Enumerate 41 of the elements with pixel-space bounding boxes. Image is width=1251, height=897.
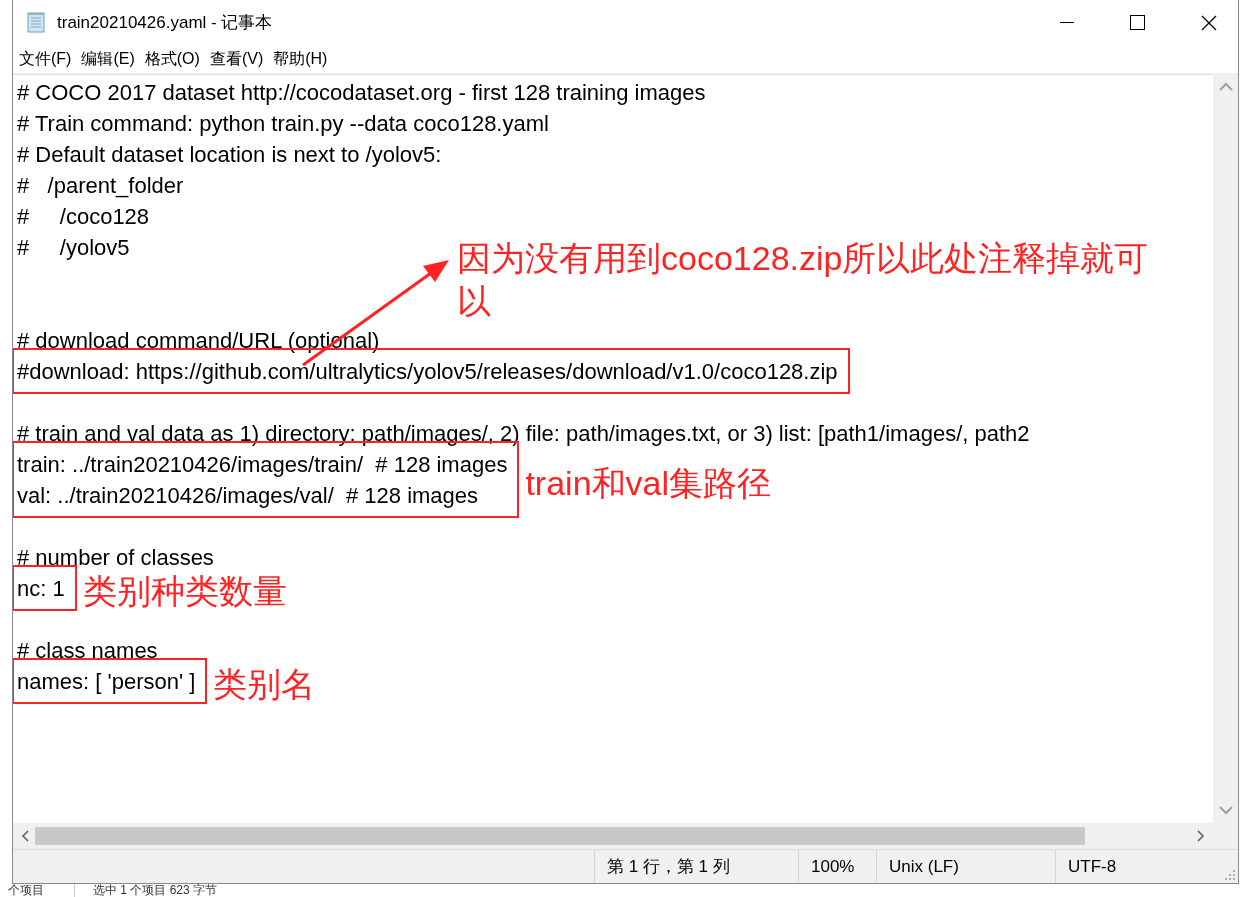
encoding: UTF-8 xyxy=(1068,856,1117,877)
minimize-icon xyxy=(1059,22,1074,23)
code-line: train: ../train20210426/images/train/ # 128 images xyxy=(17,451,508,479)
line-ending: Unix (LF) xyxy=(889,856,959,877)
resize-grip-icon[interactable] xyxy=(1225,870,1235,880)
maximize-icon xyxy=(1130,15,1145,30)
status-text: 选中 1 个项目 623 字节 xyxy=(74,884,218,897)
menu-item[interactable]: 帮助(H) xyxy=(269,48,334,70)
vertical-scrollbar[interactable] xyxy=(1213,74,1238,823)
code-line: # Train command: python train.py --data coco128.yaml xyxy=(17,110,549,138)
annotation-text: 类别名 xyxy=(213,663,316,705)
scroll-up-icon[interactable] xyxy=(1218,82,1233,92)
cursor-position: 第 1 行，第 1 列 xyxy=(607,856,730,878)
menu-item[interactable]: 查看(V) xyxy=(205,48,270,70)
code-line: # train and val data as 1) directory: path/images/, 2) file: path/images.txt, or 3) list: [path1/images/, path2 xyxy=(17,420,1030,448)
code-line: #download: https://github.com/ultralytics/yolov5/releases/download/v1.0/coco128.zip xyxy=(17,358,838,386)
code-line: nc: 1 xyxy=(17,575,65,603)
annotation-text: 因为没有用到coco128.zip所以此处注释掉就可以 xyxy=(457,238,1150,322)
status-text: 个项目 xyxy=(8,884,44,897)
code-line: val: ../train20210426/images/val/ # 128 images xyxy=(17,482,479,510)
zoom-level: 100% xyxy=(811,856,855,877)
code-line: # /parent_folder xyxy=(17,172,184,200)
scrollbar-thumb[interactable] xyxy=(35,827,1085,845)
code-line: # Default dataset location is next to /yolov5: xyxy=(17,141,442,169)
code-line: # /yolov5 xyxy=(17,234,130,262)
code-line: # number of classes xyxy=(17,544,214,572)
menu-item[interactable]: 文件(F) xyxy=(15,48,78,70)
code-line: # COCO 2017 dataset http://cocodataset.org - first 128 training images xyxy=(17,79,706,107)
notepad-icon xyxy=(25,11,47,34)
code-line: # /coco128 xyxy=(17,203,150,231)
annotation-text: train和val集路径 xyxy=(525,462,771,504)
annotation-text: 类别种类数量 xyxy=(82,570,287,612)
menu-item[interactable]: 编辑(E) xyxy=(77,48,141,70)
code-line: names: [ 'person' ] xyxy=(17,668,196,696)
menu-item[interactable]: 格式(O) xyxy=(140,48,206,70)
scroll-right-icon[interactable] xyxy=(1195,830,1205,842)
scroll-left-icon[interactable] xyxy=(21,830,31,842)
window-title: train20210426.yaml - 记事本 xyxy=(57,12,274,34)
scroll-down-icon[interactable] xyxy=(1218,805,1233,815)
code-line: # class names xyxy=(17,637,158,665)
close-icon xyxy=(1200,14,1217,31)
